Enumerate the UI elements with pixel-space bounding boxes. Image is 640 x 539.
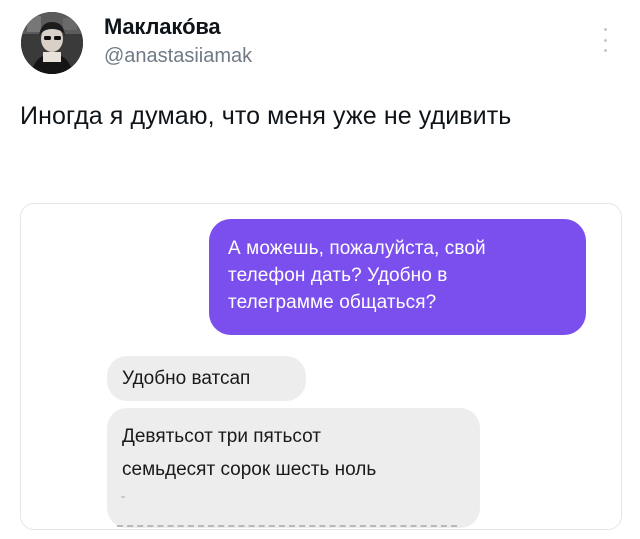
chat-bubble-incoming: Удобно ватсап: [107, 356, 306, 401]
chat-bubble-incoming: Девятьсот три пятьсот семьдесят сорок ше…: [107, 408, 480, 528]
author-handle[interactable]: @anastasiiamak: [104, 45, 252, 68]
tweet-media-image[interactable]: А можешь, пожалуйста, свой телефон дать?…: [20, 203, 622, 530]
chat-line: А можешь, пожалуйста, свой: [228, 238, 486, 259]
chat-line: Девятьсот три пятьсот: [122, 426, 321, 447]
cropped-next-message: [117, 525, 457, 527]
tweet-text: Иногда я думаю, что меня уже не удивить: [20, 102, 512, 130]
chat-line: телефон дать? Удобно в: [228, 265, 448, 286]
more-dot: [603, 49, 607, 52]
chat-line: семьдесят сорок шесть ноль: [122, 459, 377, 480]
avatar-photo-icon: [21, 12, 83, 74]
chat-bubble-outgoing: А можешь, пожалуйста, свой телефон дать?…: [209, 219, 586, 335]
tweet: Маклакóва @anastasiiamak Иногда я думаю,…: [0, 0, 640, 539]
more-dot: [603, 38, 607, 42]
author-display-name[interactable]: Маклакóва: [104, 14, 221, 40]
more-options-icon[interactable]: [596, 24, 614, 56]
more-dot: [603, 28, 607, 31]
blurred-text-remnant: [121, 496, 125, 498]
chat-line: телеграмме общаться?: [228, 292, 437, 313]
avatar[interactable]: [21, 12, 83, 74]
